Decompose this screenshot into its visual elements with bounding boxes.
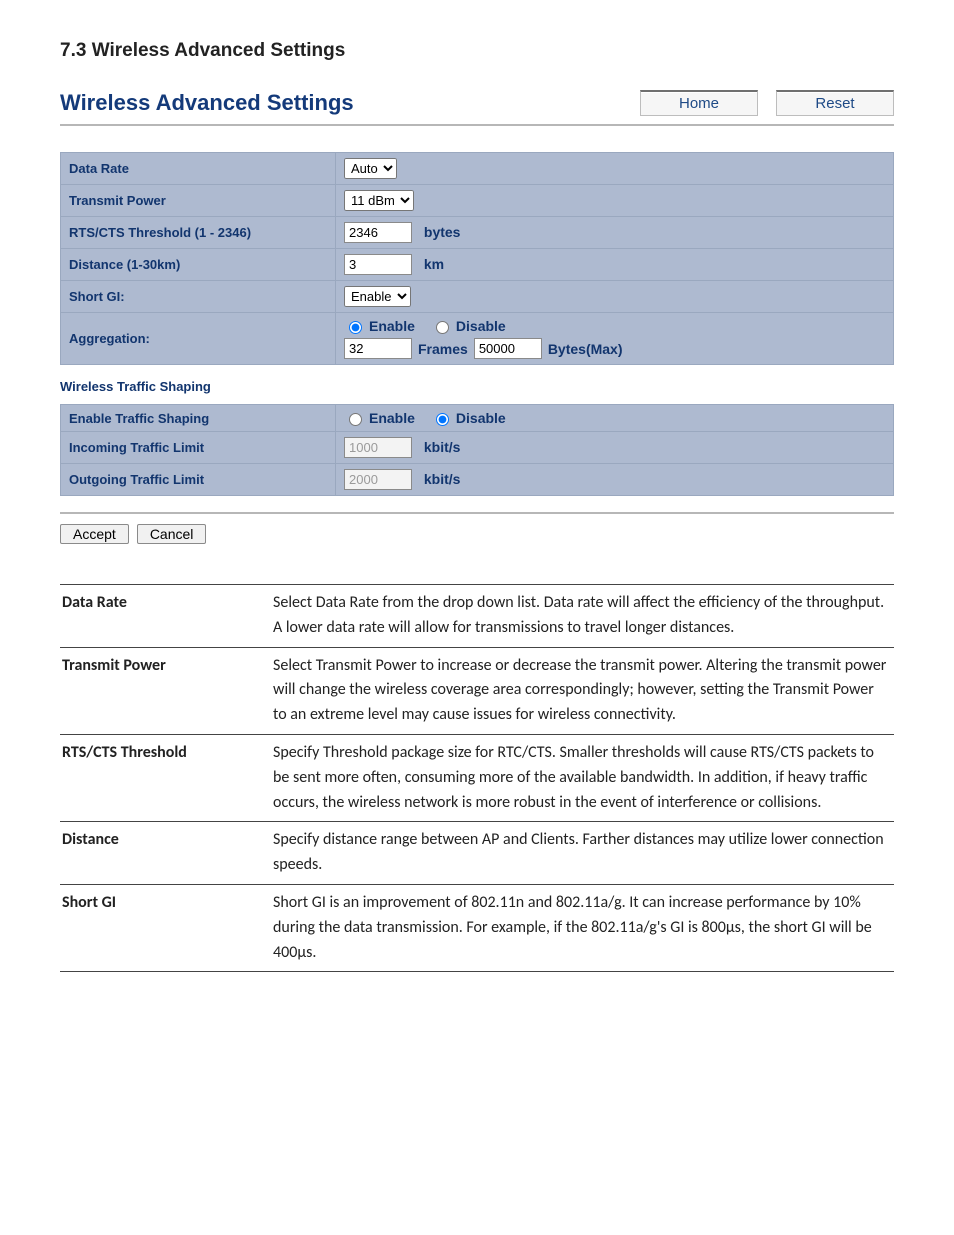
row-data-rate: Data Rate Auto [61,153,894,185]
cell-outgoing-limit: kbit/s [336,464,894,496]
desc-text: Select Data Rate from the drop down list… [271,585,894,648]
row-incoming-limit: Incoming Traffic Limit kbit/s [61,432,894,464]
aggregation-bytes-input[interactable] [474,338,542,359]
cell-enable-shaping: Enable Disable [336,405,894,432]
panel-header: Wireless Advanced Settings Home Reset [60,90,894,126]
traffic-shaping-table: Enable Traffic Shaping Enable Disable In… [60,404,894,496]
shaping-disable-label: Disable [456,410,506,426]
cell-aggregation: Enable Disable Frames Bytes(Max) [336,313,894,365]
label-transmit-power: Transmit Power [61,185,336,217]
cell-data-rate: Auto [336,153,894,185]
desc-text: Select Transmit Power to increase or dec… [271,647,894,734]
data-rate-select[interactable]: Auto [344,158,397,179]
row-transmit-power: Transmit Power 11 dBm [61,185,894,217]
desc-term: Short GI [60,884,271,971]
label-rts: RTS/CTS Threshold (1 - 2346) [61,217,336,249]
short-gi-select[interactable]: Enable [344,286,411,307]
incoming-limit-input[interactable] [344,437,412,458]
table-row: Distance Specify distance range between … [60,822,894,885]
aggregation-disable-label: Disable [456,318,506,334]
shaping-disable-radio[interactable] [436,413,449,426]
label-enable-shaping: Enable Traffic Shaping [61,405,336,432]
panel-buttons: Home Reset [640,90,894,116]
aggregation-enable-radio[interactable] [349,321,362,334]
shaping-enable-label: Enable [369,410,415,426]
table-row: RTS/CTS Threshold Specify Threshold pack… [60,734,894,821]
traffic-shaping-heading: Wireless Traffic Shaping [60,379,894,394]
cell-incoming-limit: kbit/s [336,432,894,464]
aggregation-bytes-label: Bytes(Max) [548,341,623,357]
table-row: Short GI Short GI is an improvement of 8… [60,884,894,971]
label-outgoing-limit: Outgoing Traffic Limit [61,464,336,496]
desc-text: Specify Threshold package size for RTC/C… [271,734,894,821]
shaping-enable-radio[interactable] [349,413,362,426]
desc-term: Transmit Power [60,647,271,734]
incoming-limit-unit: kbit/s [424,439,461,455]
aggregation-frames-input[interactable] [344,338,412,359]
desc-term: RTS/CTS Threshold [60,734,271,821]
outgoing-limit-input[interactable] [344,469,412,490]
desc-text: Short GI is an improvement of 802.11n an… [271,884,894,971]
distance-input[interactable] [344,254,412,275]
outgoing-limit-unit: kbit/s [424,471,461,487]
accept-button[interactable]: Accept [60,524,129,544]
row-aggregation: Aggregation: Enable Disable Frames Bytes… [61,313,894,365]
cancel-button[interactable]: Cancel [137,524,207,544]
section-heading: 7.3 Wireless Advanced Settings [60,40,894,62]
reset-button[interactable]: Reset [776,90,894,116]
description-table: Data Rate Select Data Rate from the drop… [60,584,894,972]
divider [60,512,894,514]
rts-input[interactable] [344,222,412,243]
aggregation-disable-radio[interactable] [436,321,449,334]
table-row: Transmit Power Select Transmit Power to … [60,647,894,734]
rts-unit: bytes [424,224,461,240]
table-row: Data Rate Select Data Rate from the drop… [60,585,894,648]
cell-short-gi: Enable [336,281,894,313]
row-outgoing-limit: Outgoing Traffic Limit kbit/s [61,464,894,496]
row-short-gi: Short GI: Enable [61,281,894,313]
panel-title: Wireless Advanced Settings [60,90,354,116]
distance-unit: km [424,256,444,272]
home-button[interactable]: Home [640,90,758,116]
desc-text: Specify distance range between AP and Cl… [271,822,894,885]
row-distance: Distance (1-30km) km [61,249,894,281]
label-aggregation: Aggregation: [61,313,336,365]
cell-rts: bytes [336,217,894,249]
cell-transmit-power: 11 dBm [336,185,894,217]
label-incoming-limit: Incoming Traffic Limit [61,432,336,464]
aggregation-enable-label: Enable [369,318,415,334]
cell-distance: km [336,249,894,281]
label-distance: Distance (1-30km) [61,249,336,281]
label-short-gi: Short GI: [61,281,336,313]
action-row: Accept Cancel [60,524,894,544]
desc-term: Data Rate [60,585,271,648]
desc-term: Distance [60,822,271,885]
row-enable-shaping: Enable Traffic Shaping Enable Disable [61,405,894,432]
transmit-power-select[interactable]: 11 dBm [344,190,414,211]
row-rts: RTS/CTS Threshold (1 - 2346) bytes [61,217,894,249]
wireless-settings-table: Data Rate Auto Transmit Power 11 dBm RTS… [60,152,894,365]
aggregation-frames-label: Frames [418,341,468,357]
label-data-rate: Data Rate [61,153,336,185]
